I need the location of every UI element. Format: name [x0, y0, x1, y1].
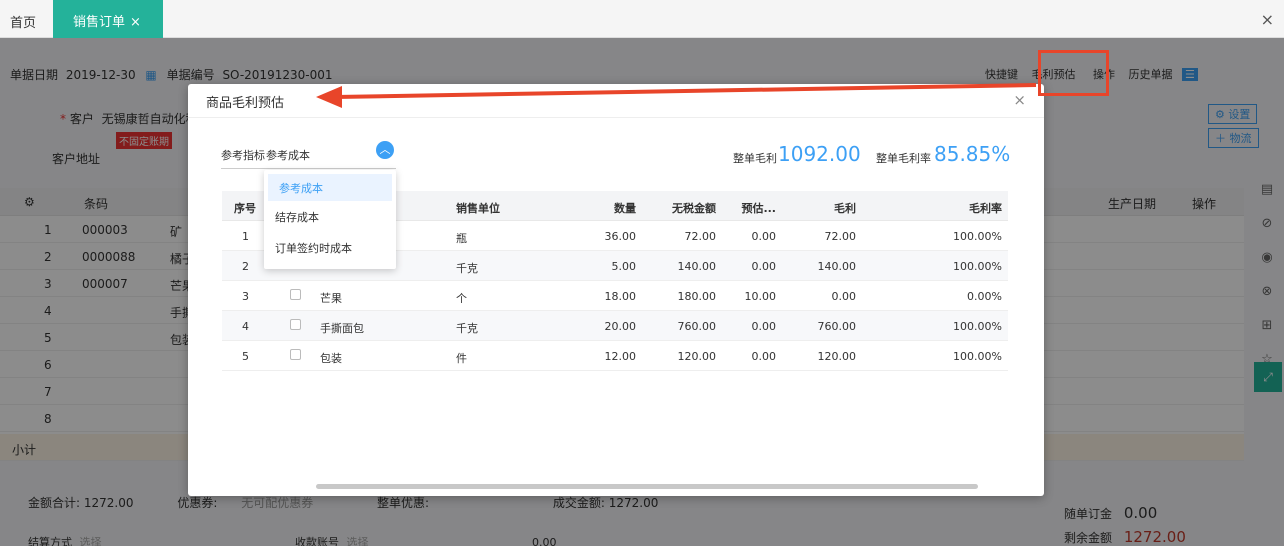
annotation-arrow: [316, 83, 1037, 108]
